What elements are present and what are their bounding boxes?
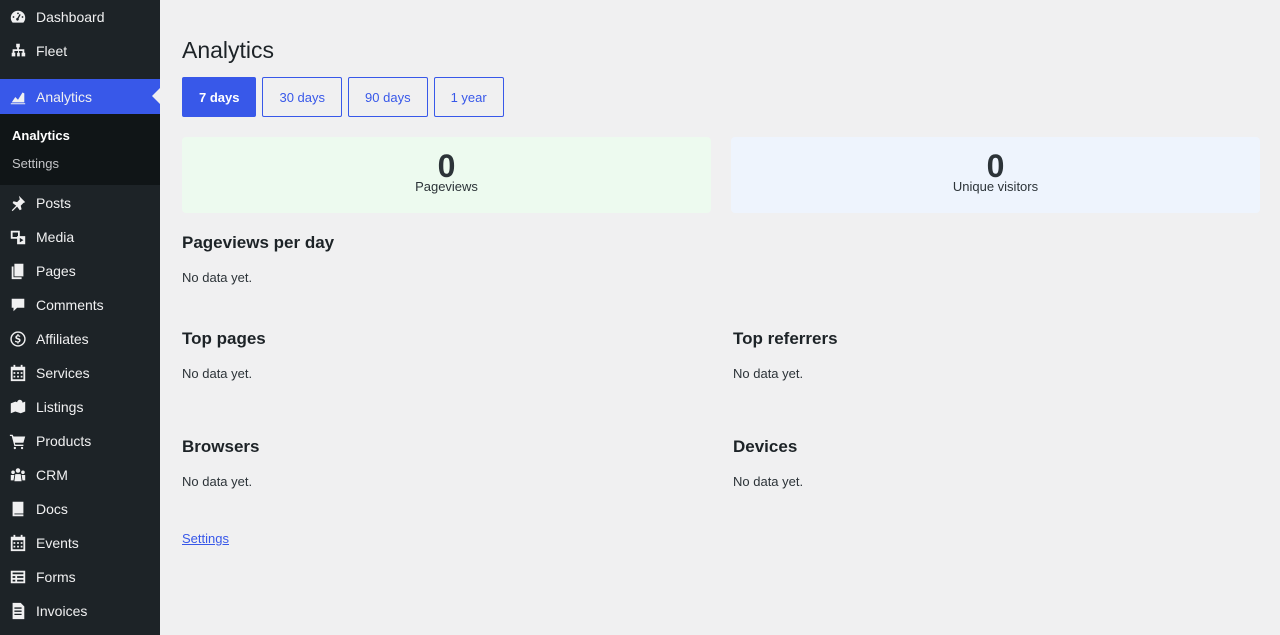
stats-row: 0 Pageviews 0 Unique visitors bbox=[182, 137, 1260, 213]
sidebar-item-label: Events bbox=[36, 535, 79, 551]
pageviews-label: Pageviews bbox=[415, 179, 478, 194]
sidebar-item-events[interactable]: Events bbox=[0, 526, 160, 560]
pageviews-value: 0 bbox=[437, 148, 456, 184]
top-pages-heading: Top pages bbox=[182, 329, 266, 348]
map-icon bbox=[8, 397, 28, 417]
unique-visitors-label: Unique visitors bbox=[952, 179, 1039, 194]
sidebar-item-label: Docs bbox=[36, 501, 68, 517]
sidebar-item-fleet[interactable]: Fleet bbox=[0, 34, 160, 68]
sidebar-item-invoices[interactable]: Invoices bbox=[0, 594, 160, 628]
sidebar-item-label: Services bbox=[36, 365, 90, 381]
sidebar-item-comments[interactable]: Comments bbox=[0, 288, 160, 322]
sidebar-item-media[interactable]: Media bbox=[0, 220, 160, 254]
date-range-selector: 7 days 30 days 90 days 1 year bbox=[182, 77, 504, 117]
sidebar-item-label: Listings bbox=[36, 399, 84, 415]
calendar-icon bbox=[8, 363, 28, 383]
browsers-heading: Browsers bbox=[182, 437, 260, 456]
sidebar-item-dashboard[interactable]: Dashboard bbox=[0, 0, 160, 34]
devices-empty: No data yet. bbox=[733, 474, 804, 489]
sidebar-item-label: Posts bbox=[36, 195, 72, 211]
sidebar-item-products[interactable]: Products bbox=[0, 424, 160, 458]
sidebar-item-label: Pages bbox=[36, 263, 76, 279]
submenu-item-settings[interactable]: Settings bbox=[0, 149, 160, 177]
top-pages-empty: No data yet. bbox=[182, 366, 253, 381]
comment-icon bbox=[8, 295, 28, 315]
sidebar-item-label: Products bbox=[36, 433, 92, 449]
pages-icon bbox=[8, 261, 28, 281]
sitemap-icon bbox=[8, 41, 28, 61]
analytics-submenu: Analytics Settings bbox=[0, 114, 160, 185]
sidebar-item-label: Forms bbox=[36, 569, 76, 585]
submenu-item-analytics[interactable]: Analytics bbox=[0, 121, 160, 149]
browsers-empty: No data yet. bbox=[182, 474, 253, 489]
pageviews-per-day-empty: No data yet. bbox=[182, 270, 253, 285]
unique-visitors-value: 0 bbox=[986, 148, 1005, 184]
settings-link[interactable]: Settings bbox=[182, 531, 229, 546]
sidebar-item-analytics[interactable]: Analytics bbox=[0, 79, 160, 114]
sidebar-item-listings[interactable]: Listings bbox=[0, 390, 160, 424]
sidebar-item-label: Analytics bbox=[36, 88, 93, 105]
range-button-1-year[interactable]: 1 year bbox=[433, 77, 504, 117]
sidebar-item-label: Fleet bbox=[36, 43, 68, 59]
dashboard-icon bbox=[8, 7, 28, 27]
range-button-30-days[interactable]: 30 days bbox=[262, 77, 343, 117]
forms-icon bbox=[8, 567, 28, 587]
sidebar-item-forms[interactable]: Forms bbox=[0, 560, 160, 594]
media-icon bbox=[8, 227, 28, 247]
sidebar-item-services[interactable]: Services bbox=[0, 356, 160, 390]
pin-icon bbox=[8, 193, 28, 213]
pageviews-card: 0 Pageviews bbox=[182, 137, 711, 213]
invoice-icon bbox=[8, 601, 28, 621]
page-title: Analytics bbox=[182, 37, 275, 63]
devices-heading: Devices bbox=[733, 437, 798, 456]
sidebar-item-label: Dashboard bbox=[36, 9, 105, 25]
chart-icon bbox=[8, 87, 28, 107]
sidebar-item-label: Invoices bbox=[36, 603, 88, 619]
sidebar-item-crm[interactable]: CRM bbox=[0, 458, 160, 492]
menu-separator bbox=[0, 68, 160, 79]
sidebar-item-posts[interactable]: Posts bbox=[0, 186, 160, 220]
unique-visitors-card: 0 Unique visitors bbox=[731, 137, 1260, 213]
groups-icon bbox=[8, 465, 28, 485]
dollar-icon bbox=[8, 329, 28, 349]
top-referrers-heading: Top referrers bbox=[733, 329, 838, 348]
sidebar-item-pages[interactable]: Pages bbox=[0, 254, 160, 288]
top-referrers-empty: No data yet. bbox=[733, 366, 804, 381]
sidebar-item-docs[interactable]: Docs bbox=[0, 492, 160, 526]
sidebar-item-label: CRM bbox=[36, 467, 68, 483]
sidebar-item-label: Affiliates bbox=[36, 331, 89, 347]
sidebar-item-label: Media bbox=[36, 229, 75, 245]
admin-sidebar: Dashboard Fleet Analytics Analytics Sett… bbox=[0, 0, 160, 635]
pageviews-per-day-heading: Pageviews per day bbox=[182, 233, 335, 252]
sidebar-item-affiliates[interactable]: Affiliates bbox=[0, 322, 160, 356]
range-button-90-days[interactable]: 90 days bbox=[348, 77, 428, 117]
cart-icon bbox=[8, 431, 28, 451]
range-button-7-days[interactable]: 7 days bbox=[182, 77, 257, 117]
sidebar-item-label: Comments bbox=[36, 297, 104, 313]
calendar-icon bbox=[8, 533, 28, 553]
book-icon bbox=[8, 499, 28, 519]
